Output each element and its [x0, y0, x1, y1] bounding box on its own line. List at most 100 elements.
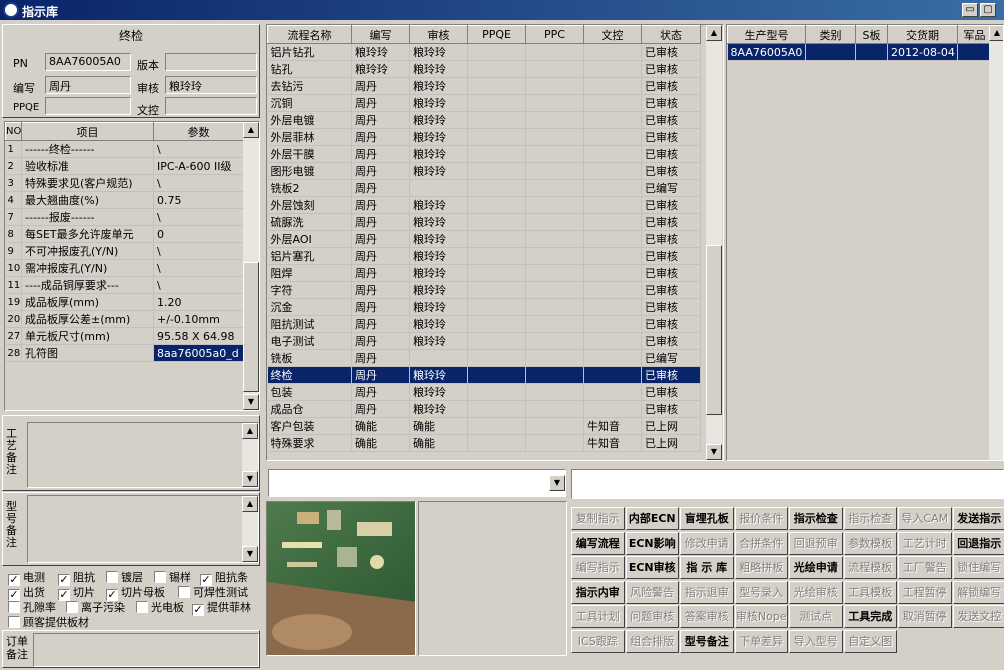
- process-cell[interactable]: 硫脲洗: [267, 213, 352, 231]
- param-header-item[interactable]: 项目: [21, 122, 154, 141]
- process-cell[interactable]: 已审核: [641, 77, 701, 95]
- process-cell[interactable]: [409, 349, 468, 367]
- process-cell[interactable]: [583, 43, 642, 61]
- action-button[interactable]: 指 示 库: [680, 556, 734, 579]
- model-note-scrollbar[interactable]: ▲ ▼: [242, 496, 258, 562]
- model-header-2[interactable]: S板: [855, 25, 888, 44]
- action-button[interactable]: 工具模板: [843, 580, 897, 604]
- action-button[interactable]: 指示内审: [571, 580, 625, 604]
- comment-input[interactable]: [571, 469, 1004, 499]
- process-cell[interactable]: [583, 281, 642, 299]
- action-button[interactable]: 工艺计时: [898, 531, 952, 555]
- process-cell[interactable]: 已审核: [641, 43, 701, 61]
- action-button[interactable]: 光绘审核: [789, 580, 843, 604]
- param-cell-item[interactable]: ------报废------: [21, 208, 154, 226]
- process-cell[interactable]: [583, 332, 642, 350]
- process-cell[interactable]: 已审核: [641, 298, 701, 316]
- process-cell[interactable]: 牛知音: [583, 417, 642, 435]
- process-cell[interactable]: 粮玲玲: [409, 383, 468, 401]
- process-cell[interactable]: 周丹: [351, 111, 410, 129]
- action-button[interactable]: 发送文控: [952, 605, 1004, 628]
- action-button[interactable]: 报价条件: [734, 507, 788, 530]
- process-cell[interactable]: 粮玲玲: [409, 128, 468, 146]
- process-cell[interactable]: [467, 145, 526, 163]
- process-cell[interactable]: 粮玲玲: [409, 366, 468, 384]
- param-cell-value[interactable]: \: [153, 259, 244, 277]
- process-cell[interactable]: 成品仓: [267, 400, 352, 418]
- process-cell[interactable]: 周丹: [351, 349, 410, 367]
- param-header-no[interactable]: NO: [5, 122, 22, 141]
- process-cell[interactable]: 周丹: [351, 315, 410, 333]
- process-row[interactable]: 电子测试 周丹 粮玲玲 已审核: [267, 332, 701, 350]
- model-cell[interactable]: [957, 43, 992, 61]
- action-button[interactable]: 工程暂停: [898, 580, 952, 604]
- param-cell-item[interactable]: 孔符图: [21, 344, 154, 362]
- process-cell[interactable]: [467, 94, 526, 112]
- param-cell-item[interactable]: 特殊要求见(客户规范): [21, 174, 154, 192]
- process-header-5[interactable]: 文控: [583, 25, 642, 44]
- process-cell[interactable]: [583, 366, 642, 384]
- process-cell[interactable]: [467, 315, 526, 333]
- process-row[interactable]: 外层电镀 周丹 粮玲玲 已审核: [267, 111, 701, 129]
- checkbox-empty-icon[interactable]: [8, 616, 20, 628]
- action-button[interactable]: ECN审核: [625, 556, 679, 579]
- process-row[interactable]: 铣板2 周丹 已编写: [267, 179, 701, 197]
- param-cell-no[interactable]: 11: [5, 276, 22, 294]
- param-cell-no[interactable]: 27: [5, 327, 22, 345]
- scroll-up-icon[interactable]: ▲: [706, 25, 722, 41]
- action-button[interactable]: 锁住编写: [952, 556, 1004, 579]
- scroll-down-icon[interactable]: ▼: [242, 471, 258, 487]
- process-cell[interactable]: [583, 128, 642, 146]
- process-cell[interactable]: 周丹: [351, 400, 410, 418]
- param-cell-no[interactable]: 10: [5, 259, 22, 277]
- param-cell-value[interactable]: 0.75: [153, 191, 244, 209]
- process-cell[interactable]: [525, 366, 584, 384]
- param-cell-no[interactable]: 3: [5, 174, 22, 192]
- action-button[interactable]: 审核Nope: [734, 605, 788, 628]
- param-cell-no[interactable]: 19: [5, 293, 22, 311]
- process-cell[interactable]: 已审核: [641, 196, 701, 214]
- checkbox-option[interactable]: 顾客提供板材: [8, 614, 89, 630]
- process-cell[interactable]: 已审核: [641, 264, 701, 282]
- process-row[interactable]: 包装 周丹 粮玲玲 已审核: [267, 383, 701, 401]
- process-cell[interactable]: 已审核: [641, 383, 701, 401]
- model-cell[interactable]: [855, 43, 888, 61]
- process-cell[interactable]: 周丹: [351, 128, 410, 146]
- param-cell-no[interactable]: 2: [5, 157, 22, 175]
- param-cell-value[interactable]: 8aa76005a0_d: [153, 344, 244, 362]
- action-button[interactable]: 工具完成: [843, 605, 897, 628]
- scroll-up-icon[interactable]: ▲: [989, 25, 1003, 41]
- process-cell[interactable]: [583, 298, 642, 316]
- process-cell[interactable]: 已审核: [641, 94, 701, 112]
- process-cell[interactable]: 钻孔: [267, 60, 352, 78]
- action-button[interactable]: 编写指示: [571, 556, 625, 579]
- process-cell[interactable]: 铝片钻孔: [267, 43, 352, 61]
- process-cell[interactable]: [467, 349, 526, 367]
- process-cell[interactable]: 阻焊: [267, 264, 352, 282]
- param-row[interactable]: 20 成品板厚公差±(mm) +/-0.10mm: [5, 310, 244, 328]
- param-cell-no[interactable]: 8: [5, 225, 22, 243]
- action-button[interactable]: 型号备注: [680, 629, 734, 653]
- action-button[interactable]: ICS跟踪: [571, 629, 625, 653]
- process-header-4[interactable]: PPC: [525, 25, 584, 44]
- process-cell[interactable]: 终检: [267, 366, 352, 384]
- checkbox-empty-icon[interactable]: [66, 601, 78, 613]
- checkmark-icon[interactable]: ✓: [192, 604, 204, 616]
- process-cell[interactable]: [467, 128, 526, 146]
- process-cell[interactable]: 外层蚀刻: [267, 196, 352, 214]
- action-button[interactable]: 内部ECN: [625, 507, 679, 530]
- process-cell[interactable]: [467, 332, 526, 350]
- action-button[interactable]: 答案审核: [680, 605, 734, 628]
- process-cell[interactable]: [525, 213, 584, 231]
- process-cell[interactable]: [583, 230, 642, 248]
- process-cell[interactable]: [467, 111, 526, 129]
- process-cell[interactable]: [467, 43, 526, 61]
- scroll-thumb[interactable]: [243, 262, 259, 392]
- process-cell[interactable]: 粮玲玲: [409, 94, 468, 112]
- action-button[interactable]: 回退预审: [789, 531, 843, 555]
- process-cell[interactable]: 外层电镀: [267, 111, 352, 129]
- process-cell[interactable]: [525, 281, 584, 299]
- process-cell[interactable]: [583, 60, 642, 78]
- process-cell[interactable]: 已审核: [641, 247, 701, 265]
- param-cell-item[interactable]: 不可冲报废孔(Y/N): [21, 242, 154, 260]
